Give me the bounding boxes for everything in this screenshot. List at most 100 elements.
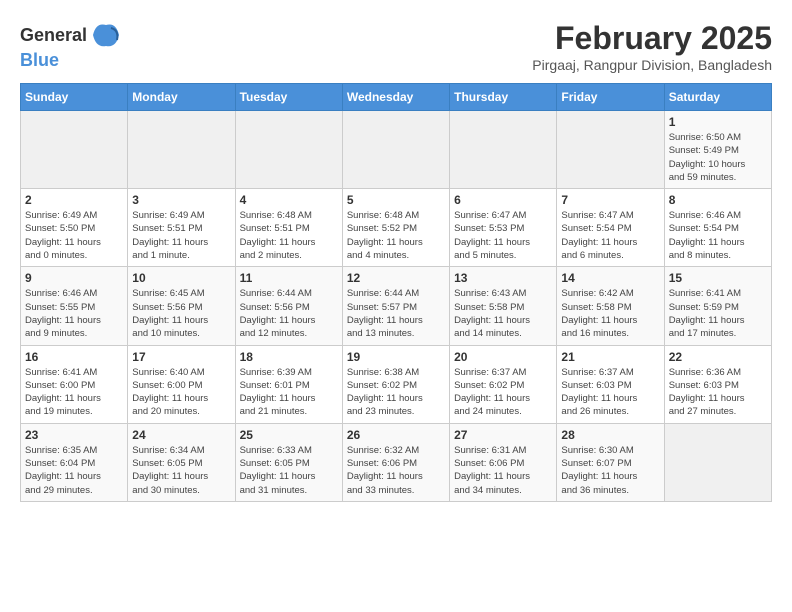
logo-blue-text: Blue	[20, 50, 59, 70]
header: General Blue February 2025 Pirgaaj, Rang…	[20, 20, 772, 73]
day-info: Sunrise: 6:30 AM Sunset: 6:07 PM Dayligh…	[561, 444, 659, 497]
day-info: Sunrise: 6:40 AM Sunset: 6:00 PM Dayligh…	[132, 366, 230, 419]
day-info: Sunrise: 6:35 AM Sunset: 6:04 PM Dayligh…	[25, 444, 123, 497]
calendar-cell: 26 Sunrise: 6:32 AM Sunset: 6:06 PM Dayli…	[342, 423, 449, 501]
day-number: 5	[347, 193, 445, 207]
day-info: Sunrise: 6:48 AM Sunset: 5:52 PM Dayligh…	[347, 209, 445, 262]
day-number: 18	[240, 350, 338, 364]
day-number: 8	[669, 193, 767, 207]
day-info: Sunrise: 6:32 AM Sunset: 6:06 PM Dayligh…	[347, 444, 445, 497]
calendar-week-1: 1Sunrise: 6:50 AM Sunset: 5:49 PM Daylig…	[21, 111, 772, 189]
calendar-week-3: 9 Sunrise: 6:46 AM Sunset: 5:55 PM Daylig…	[21, 267, 772, 345]
day-number: 23	[25, 428, 123, 442]
day-number: 24	[132, 428, 230, 442]
day-number: 9	[25, 271, 123, 285]
day-number: 11	[240, 271, 338, 285]
day-number: 7	[561, 193, 659, 207]
weekday-header-wednesday: Wednesday	[342, 84, 449, 111]
weekday-header-friday: Friday	[557, 84, 664, 111]
weekday-header-monday: Monday	[128, 84, 235, 111]
logo-icon	[91, 20, 121, 50]
weekday-header-thursday: Thursday	[450, 84, 557, 111]
calendar-cell: 12 Sunrise: 6:44 AM Sunset: 5:57 PM Dayli…	[342, 267, 449, 345]
day-number: 21	[561, 350, 659, 364]
day-info: Sunrise: 6:50 AM Sunset: 5:49 PM Dayligh…	[669, 131, 767, 184]
calendar-cell	[128, 111, 235, 189]
calendar-cell: 6Sunrise: 6:47 AM Sunset: 5:53 PM Daylig…	[450, 189, 557, 267]
day-number: 17	[132, 350, 230, 364]
day-info: Sunrise: 6:49 AM Sunset: 5:50 PM Dayligh…	[25, 209, 123, 262]
calendar-cell: 16 Sunrise: 6:41 AM Sunset: 6:00 PM Dayli…	[21, 345, 128, 423]
day-info: Sunrise: 6:44 AM Sunset: 5:56 PM Dayligh…	[240, 287, 338, 340]
day-number: 13	[454, 271, 552, 285]
day-info: Sunrise: 6:47 AM Sunset: 5:54 PM Dayligh…	[561, 209, 659, 262]
calendar-cell	[557, 111, 664, 189]
calendar-cell: 2 Sunrise: 6:49 AM Sunset: 5:50 PM Daylig…	[21, 189, 128, 267]
calendar-cell	[21, 111, 128, 189]
calendar-cell: 24 Sunrise: 6:34 AM Sunset: 6:05 PM Dayli…	[128, 423, 235, 501]
calendar-cell: 5 Sunrise: 6:48 AM Sunset: 5:52 PM Daylig…	[342, 189, 449, 267]
weekday-header-row: SundayMondayTuesdayWednesdayThursdayFrid…	[21, 84, 772, 111]
logo: General Blue	[20, 20, 121, 71]
calendar-week-2: 2 Sunrise: 6:49 AM Sunset: 5:50 PM Daylig…	[21, 189, 772, 267]
calendar-cell	[235, 111, 342, 189]
day-info: Sunrise: 6:45 AM Sunset: 5:56 PM Dayligh…	[132, 287, 230, 340]
day-number: 14	[561, 271, 659, 285]
subtitle: Pirgaaj, Rangpur Division, Bangladesh	[532, 57, 772, 73]
day-info: Sunrise: 6:34 AM Sunset: 6:05 PM Dayligh…	[132, 444, 230, 497]
calendar-cell: 11 Sunrise: 6:44 AM Sunset: 5:56 PM Dayli…	[235, 267, 342, 345]
day-number: 26	[347, 428, 445, 442]
day-info: Sunrise: 6:39 AM Sunset: 6:01 PM Dayligh…	[240, 366, 338, 419]
day-info: Sunrise: 6:37 AM Sunset: 6:03 PM Dayligh…	[561, 366, 659, 419]
day-number: 27	[454, 428, 552, 442]
day-number: 25	[240, 428, 338, 442]
calendar-cell: 15 Sunrise: 6:41 AM Sunset: 5:59 PM Dayli…	[664, 267, 771, 345]
calendar-cell: 25Sunrise: 6:33 AM Sunset: 6:05 PM Dayli…	[235, 423, 342, 501]
day-number: 2	[25, 193, 123, 207]
calendar-cell: 3Sunrise: 6:49 AM Sunset: 5:51 PM Daylig…	[128, 189, 235, 267]
day-info: Sunrise: 6:31 AM Sunset: 6:06 PM Dayligh…	[454, 444, 552, 497]
calendar-cell: 4 Sunrise: 6:48 AM Sunset: 5:51 PM Daylig…	[235, 189, 342, 267]
day-number: 10	[132, 271, 230, 285]
calendar-cell: 19 Sunrise: 6:38 AM Sunset: 6:02 PM Dayli…	[342, 345, 449, 423]
weekday-header-tuesday: Tuesday	[235, 84, 342, 111]
day-number: 19	[347, 350, 445, 364]
calendar-cell: 23 Sunrise: 6:35 AM Sunset: 6:04 PM Dayli…	[21, 423, 128, 501]
day-number: 20	[454, 350, 552, 364]
calendar-cell: 20 Sunrise: 6:37 AM Sunset: 6:02 PM Dayli…	[450, 345, 557, 423]
day-info: Sunrise: 6:46 AM Sunset: 5:54 PM Dayligh…	[669, 209, 767, 262]
calendar-week-5: 23 Sunrise: 6:35 AM Sunset: 6:04 PM Dayli…	[21, 423, 772, 501]
day-number: 28	[561, 428, 659, 442]
calendar-cell: 28 Sunrise: 6:30 AM Sunset: 6:07 PM Dayli…	[557, 423, 664, 501]
calendar-cell: 22 Sunrise: 6:36 AM Sunset: 6:03 PM Dayli…	[664, 345, 771, 423]
day-number: 22	[669, 350, 767, 364]
day-info: Sunrise: 6:44 AM Sunset: 5:57 PM Dayligh…	[347, 287, 445, 340]
day-number: 15	[669, 271, 767, 285]
title-area: February 2025 Pirgaaj, Rangpur Division,…	[532, 20, 772, 73]
calendar-cell: 9 Sunrise: 6:46 AM Sunset: 5:55 PM Daylig…	[21, 267, 128, 345]
day-info: Sunrise: 6:48 AM Sunset: 5:51 PM Dayligh…	[240, 209, 338, 262]
calendar-cell: 10 Sunrise: 6:45 AM Sunset: 5:56 PM Dayli…	[128, 267, 235, 345]
calendar-cell: 27 Sunrise: 6:31 AM Sunset: 6:06 PM Dayli…	[450, 423, 557, 501]
day-info: Sunrise: 6:36 AM Sunset: 6:03 PM Dayligh…	[669, 366, 767, 419]
day-number: 12	[347, 271, 445, 285]
day-info: Sunrise: 6:49 AM Sunset: 5:51 PM Dayligh…	[132, 209, 230, 262]
calendar-cell: 7 Sunrise: 6:47 AM Sunset: 5:54 PM Daylig…	[557, 189, 664, 267]
day-info: Sunrise: 6:46 AM Sunset: 5:55 PM Dayligh…	[25, 287, 123, 340]
calendar-cell: 1Sunrise: 6:50 AM Sunset: 5:49 PM Daylig…	[664, 111, 771, 189]
calendar-cell	[342, 111, 449, 189]
weekday-header-saturday: Saturday	[664, 84, 771, 111]
calendar-cell	[664, 423, 771, 501]
calendar-cell: 14Sunrise: 6:42 AM Sunset: 5:58 PM Dayli…	[557, 267, 664, 345]
day-info: Sunrise: 6:41 AM Sunset: 5:59 PM Dayligh…	[669, 287, 767, 340]
day-info: Sunrise: 6:37 AM Sunset: 6:02 PM Dayligh…	[454, 366, 552, 419]
calendar-cell: 21 Sunrise: 6:37 AM Sunset: 6:03 PM Dayli…	[557, 345, 664, 423]
day-info: Sunrise: 6:41 AM Sunset: 6:00 PM Dayligh…	[25, 366, 123, 419]
day-number: 16	[25, 350, 123, 364]
day-number: 4	[240, 193, 338, 207]
logo-general-text: General	[20, 25, 87, 46]
calendar-cell: 18 Sunrise: 6:39 AM Sunset: 6:01 PM Dayli…	[235, 345, 342, 423]
day-info: Sunrise: 6:43 AM Sunset: 5:58 PM Dayligh…	[454, 287, 552, 340]
day-info: Sunrise: 6:38 AM Sunset: 6:02 PM Dayligh…	[347, 366, 445, 419]
calendar-cell: 17 Sunrise: 6:40 AM Sunset: 6:00 PM Dayli…	[128, 345, 235, 423]
